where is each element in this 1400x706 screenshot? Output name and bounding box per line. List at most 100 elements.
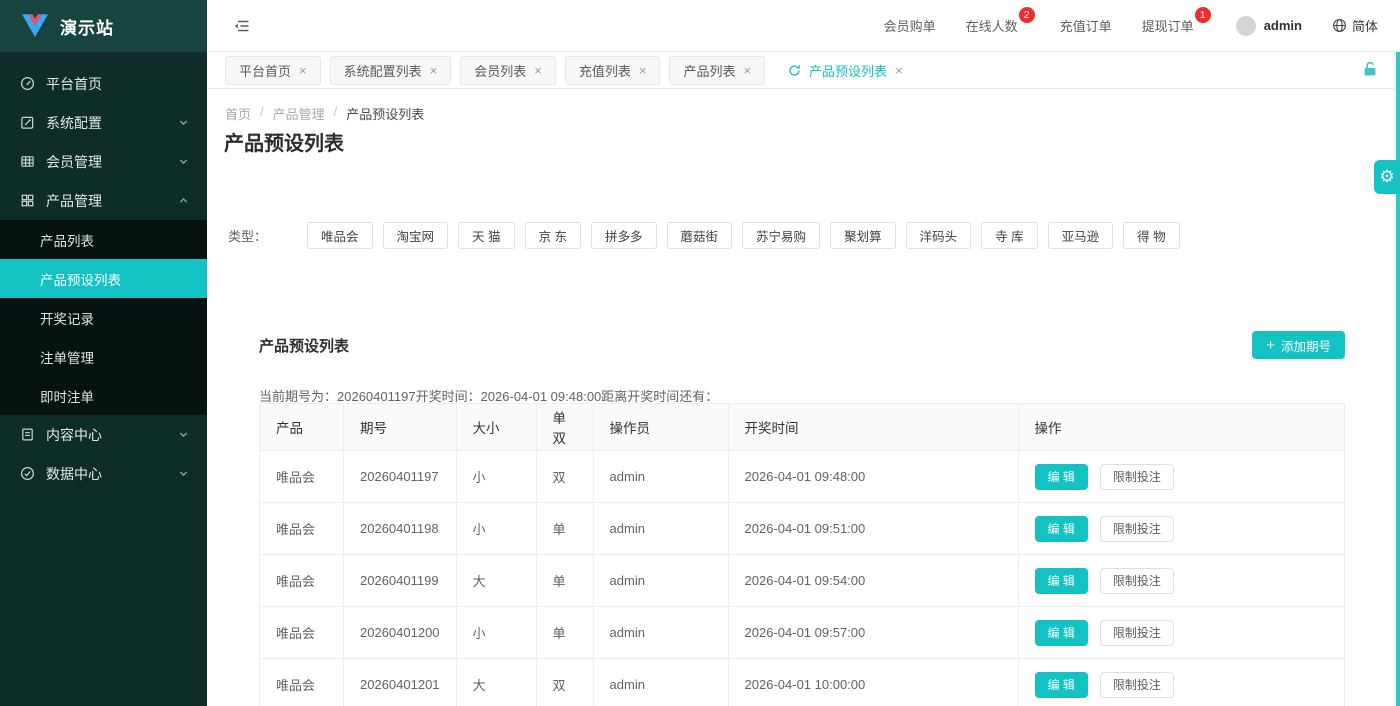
close-icon[interactable]: × [639, 63, 647, 78]
sidebar-submenu: 产品列表产品预设列表开奖记录注单管理即时注单 [0, 220, 207, 415]
tab-6[interactable]: 产品预设列表× [774, 56, 917, 85]
close-icon[interactable]: × [743, 63, 751, 78]
tab-5[interactable]: 产品列表× [669, 56, 765, 85]
category-button-10[interactable]: 寺 库 [981, 222, 1037, 249]
breadcrumb-item[interactable]: 产品管理 [273, 104, 325, 123]
sidebar-item-system-config[interactable]: 系统配置 [0, 103, 207, 142]
sidebar-item-data-center[interactable]: 数据中心 [0, 454, 207, 493]
limit-bet-button[interactable]: 限制投注 [1100, 672, 1174, 698]
cell-actions: 编 辑限制投注 [1018, 451, 1344, 503]
tab-4[interactable]: 充值列表× [565, 56, 661, 85]
scrollbar[interactable] [1394, 52, 1400, 706]
cell-time: 2026-04-01 09:57:00 [728, 607, 1018, 659]
settings-gear-button[interactable]: ⚙ [1374, 160, 1400, 194]
sidebar-item-member-management[interactable]: 会员管理 [0, 142, 207, 181]
language-switcher[interactable]: 简体 [1332, 16, 1378, 35]
close-icon[interactable]: × [534, 63, 542, 78]
category-button-7[interactable]: 苏宁易购 [742, 222, 820, 249]
user-menu[interactable]: admin [1236, 16, 1302, 36]
cell-parity: 双 [536, 659, 593, 706]
category-button-4[interactable]: 京 东 [525, 222, 581, 249]
limit-bet-button[interactable]: 限制投注 [1100, 464, 1174, 490]
cell-period: 20260401199 [344, 555, 457, 607]
cell-period: 20260401197 [344, 451, 457, 503]
cell-product: 唯品会 [260, 555, 344, 607]
data-table-wrap: 产品期号大小单双操作员开奖时间操作唯品会20260401197小双admin20… [259, 403, 1345, 706]
header-item-label: 提现订单 [1142, 19, 1194, 34]
cell-period: 20260401200 [344, 607, 457, 659]
cell-parity: 双 [536, 451, 593, 503]
category-button-6[interactable]: 蘑菇街 [667, 222, 733, 249]
category-button-12[interactable]: 得 物 [1123, 222, 1179, 249]
sidebar-item-label: 数据中心 [46, 464, 178, 484]
tab-label: 会员列表 [474, 61, 526, 80]
edit-button[interactable]: 编 辑 [1035, 516, 1088, 542]
sidebar-subitem-product-preset-list[interactable]: 产品预设列表 [0, 259, 207, 298]
sidebar-item-label: 平台首页 [46, 74, 189, 94]
category-button-11[interactable]: 亚马逊 [1048, 222, 1114, 249]
tab-2[interactable]: 系统配置列表× [330, 56, 452, 85]
sidebar-item-product-management[interactable]: 产品管理 [0, 181, 207, 220]
header-item-recharge-orders[interactable]: 充值订单 [1060, 16, 1112, 35]
close-icon[interactable]: × [430, 63, 438, 78]
table-row: 唯品会20260401198小单admin2026-04-01 09:51:00… [260, 503, 1345, 555]
cell-product: 唯品会 [260, 659, 344, 706]
cell-operator: admin [593, 451, 728, 503]
main-area: 会员购单 在线人数2 充值订单 提现订单1 admin 简体 平台首页× 系统配置列表× 会员… [207, 0, 1400, 706]
edit-button[interactable]: 编 辑 [1035, 464, 1088, 490]
category-button-8[interactable]: 聚划算 [830, 222, 896, 249]
category-button-1[interactable]: 唯品会 [307, 222, 373, 249]
menu-fold-icon[interactable] [233, 17, 251, 35]
edit-button[interactable]: 编 辑 [1035, 620, 1088, 646]
category-button-5[interactable]: 拼多多 [591, 222, 657, 249]
check-circle-icon [20, 466, 35, 481]
tab-3[interactable]: 会员列表 × [460, 56, 556, 85]
sidebar: 演示站 平台首页系统配置会员管理产品管理产品列表产品预设列表开奖记录注单管理即时… [0, 0, 207, 706]
edit-icon [20, 115, 35, 130]
header-item-label: 在线人数 [966, 19, 1018, 34]
column-header: 单双 [536, 404, 593, 451]
sidebar-subitem-bet-order-management[interactable]: 注单管理 [0, 337, 207, 376]
sidebar-menu: 平台首页系统配置会员管理产品管理产品列表产品预设列表开奖记录注单管理即时注单内容… [0, 52, 207, 493]
add-period-button[interactable]: + 添加期号 [1252, 331, 1345, 359]
sidebar-subitem-lottery-records[interactable]: 开奖记录 [0, 298, 207, 337]
sidebar-subitem-label: 开奖记录 [40, 308, 94, 328]
category-button-3[interactable]: 天 猫 [458, 222, 514, 249]
header-item-withdrawal-orders[interactable]: 提现订单1 [1142, 16, 1194, 35]
cell-size: 小 [456, 607, 536, 659]
chevron-down-icon [178, 117, 189, 128]
sidebar-item-label: 系统配置 [46, 113, 178, 133]
limit-bet-button[interactable]: 限制投注 [1100, 516, 1174, 542]
open-tabs: 平台首页×系统配置列表×会员列表×充值列表×产品列表×产品预设列表× [225, 56, 926, 85]
sidebar-item-label: 内容中心 [46, 425, 178, 445]
page-title: 产品预设列表 [224, 127, 344, 156]
header-item-online-users[interactable]: 在线人数2 [966, 16, 1018, 35]
category-button-2[interactable]: 淘宝网 [383, 222, 449, 249]
sidebar-subitem-product-list[interactable]: 产品列表 [0, 220, 207, 259]
scrollbar-thumb[interactable] [1396, 52, 1400, 706]
logo: 演示站 [0, 0, 207, 52]
sidebar-subitem-realtime-bet-orders[interactable]: 即时注单 [0, 376, 207, 415]
close-icon[interactable]: × [299, 63, 307, 78]
edit-button[interactable]: 编 辑 [1035, 672, 1088, 698]
close-icon[interactable]: × [895, 63, 903, 78]
limit-bet-button[interactable]: 限制投注 [1100, 620, 1174, 646]
sidebar-item-platform-home[interactable]: 平台首页 [0, 64, 207, 103]
gear-icon: ⚙ [1379, 167, 1394, 187]
top-header: 会员购单 在线人数2 充值订单 提现订单1 admin 简体 [207, 0, 1400, 52]
sidebar-item-content-center[interactable]: 内容中心 [0, 415, 207, 454]
table-row: 唯品会20260401197小双admin2026-04-01 09:48:00… [260, 451, 1345, 503]
cell-parity: 单 [536, 555, 593, 607]
limit-bet-button[interactable]: 限制投注 [1100, 568, 1174, 594]
cell-product: 唯品会 [260, 503, 344, 555]
column-header: 期号 [344, 404, 457, 451]
unlock-icon[interactable] [1362, 61, 1378, 77]
tab-1[interactable]: 平台首页× [225, 56, 321, 85]
table-row: 唯品会20260401200小单admin2026-04-01 09:57:00… [260, 607, 1345, 659]
cell-actions: 编 辑限制投注 [1018, 503, 1344, 555]
header-item-member-purchase-orders[interactable]: 会员购单 [884, 16, 936, 35]
cell-product: 唯品会 [260, 607, 344, 659]
category-button-9[interactable]: 洋码头 [906, 222, 972, 249]
edit-button[interactable]: 编 辑 [1035, 568, 1088, 594]
breadcrumb-item[interactable]: 首页 [225, 104, 251, 123]
